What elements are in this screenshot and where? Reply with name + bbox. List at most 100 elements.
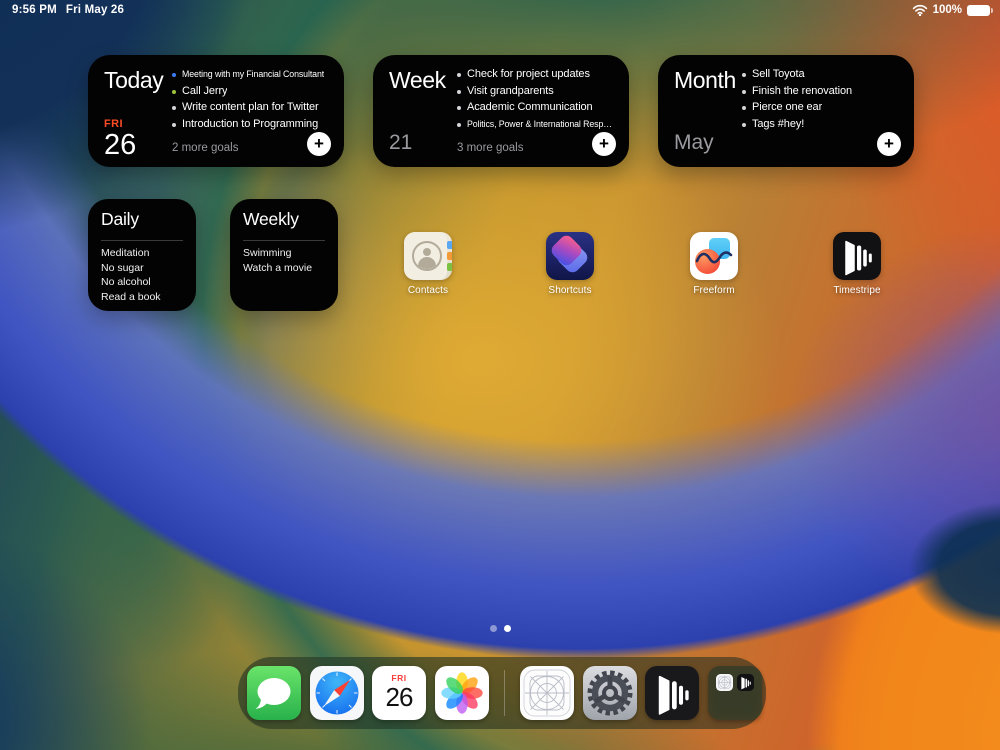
add-goal-button[interactable]: + [592, 132, 616, 156]
goal-item: Check for project updates [457, 68, 623, 82]
goal-text: Check for project updates [467, 68, 590, 80]
goal-text: Finish the renovation [752, 84, 853, 97]
page-dot-2-active[interactable] [503, 625, 511, 632]
widget-week-number: 21 [389, 131, 413, 154]
status-date: Fri May 26 [65, 4, 125, 16]
divider [243, 240, 325, 241]
status-time: 9:56 PM [12, 4, 57, 16]
goal-bullet [457, 89, 461, 94]
app-freeform[interactable]: Freeform [676, 232, 752, 296]
blueprint-grid-app-icon[interactable] [520, 666, 574, 720]
goal-text: Call Jerry [182, 84, 228, 97]
add-goal-button[interactable]: + [877, 132, 901, 156]
goal-bullet [742, 122, 746, 127]
blueprint-grid-icon [523, 669, 571, 717]
compass-icon [315, 671, 358, 715]
goal-text: Sell Toyota [752, 68, 805, 80]
goal-item: Tags #hey! [742, 118, 908, 132]
app-contacts[interactable]: Contacts [390, 232, 466, 296]
widget-today-more-goals: 2 more goals [172, 142, 239, 154]
goal-bullet [742, 106, 746, 110]
widget-month-name: May [674, 131, 714, 154]
timestripe-icon [833, 232, 881, 280]
divider [101, 240, 183, 241]
app-label: Freeform [693, 285, 735, 296]
widget-weekly[interactable]: Weekly Swimming Watch a movie [230, 199, 338, 311]
mini-timestripe-icon [736, 674, 754, 691]
contacts-icon [404, 232, 452, 280]
habit-item: Meditation [101, 247, 150, 259]
app-timestripe[interactable]: Timestripe [819, 232, 895, 296]
goal-bullet [172, 89, 176, 94]
widget-today-goal-list: Meeting with my Financial Consultant Cal… [172, 68, 338, 134]
goal-item: Visit grandparents [457, 85, 623, 99]
goal-text: Introduction to Programming [182, 117, 319, 130]
contacts-card [404, 232, 447, 280]
widget-week-goal-list: Check for project updates Visit grandpar… [457, 68, 623, 134]
goal-bullet [172, 106, 176, 110]
person-silhouette-icon [412, 241, 442, 271]
photos-app-icon[interactable] [434, 666, 489, 720]
goal-bullet [457, 106, 461, 110]
widget-today-title: Today [104, 67, 164, 93]
app-label: Timestripe [833, 285, 881, 296]
wifi-icon [912, 4, 928, 16]
goal-text: Politics, Power & International Resp… [467, 118, 612, 129]
habit-item: No sugar [101, 261, 144, 274]
goal-text: Academic Communication [467, 101, 593, 113]
battery-percent-label: 100% [932, 4, 962, 16]
widget-today[interactable]: Today Meeting with my Financial Consulta… [88, 55, 344, 167]
timestripe-glyph [658, 675, 689, 715]
safari-app-icon[interactable] [309, 666, 364, 720]
widget-month-goal-list: Sell Toyota Finish the renovation Pierce… [742, 68, 908, 134]
freeform-icon [690, 232, 738, 280]
widget-week[interactable]: Week Check for project updates Visit gra… [373, 55, 629, 167]
page-dot-1[interactable] [489, 625, 497, 632]
goal-text: Meeting with my Financial Consultant [182, 69, 325, 79]
goal-item: Finish the renovation [742, 85, 908, 99]
goal-item: Write content plan for Twitter [172, 101, 338, 115]
status-bar: 9:56 PM Fri May 26 100% [0, 0, 1000, 22]
dock-folder[interactable] [707, 666, 762, 720]
timestripe-dock-icon[interactable] [645, 666, 699, 720]
widget-month[interactable]: Month Sell Toyota Finish the renovation … [658, 55, 914, 167]
goal-bullet [457, 122, 461, 127]
widget-daily-habit-list: Meditation No sugar No alcohol Read a bo… [101, 246, 188, 304]
page-indicator [0, 625, 1000, 632]
habit-item: Swimming [243, 247, 292, 259]
status-indicators: 100% [912, 4, 993, 16]
app-shortcuts[interactable]: Shortcuts [532, 232, 608, 296]
goal-bullet [742, 89, 746, 94]
settings-app-icon[interactable] [582, 666, 637, 720]
widget-daily[interactable]: Daily Meditation No sugar No alcohol Rea… [88, 199, 196, 311]
calendar-day-number: 26 [385, 682, 414, 712]
dock: FRI 26 [238, 657, 766, 729]
goal-item: Sell Toyota [742, 68, 908, 82]
contacts-tab-orange [447, 252, 452, 260]
app-label: Contacts [407, 285, 449, 296]
timestripe-glyph [845, 240, 872, 276]
goal-text: Tags #hey! [752, 117, 805, 130]
goal-item: Call Jerry [172, 85, 338, 99]
calendar-app-icon[interactable]: FRI 26 [372, 666, 426, 720]
messages-app-icon[interactable] [247, 666, 301, 720]
mini-blueprint-grid-icon [715, 674, 733, 691]
widget-month-title: Month [674, 67, 736, 93]
widget-week-more-goals: 3 more goals [457, 142, 524, 154]
goal-item: Meeting with my Financial Consultant [172, 68, 338, 82]
habit-item: No alcohol [101, 276, 151, 289]
contacts-tab-blue [447, 241, 452, 249]
widget-weekly-habit-list: Swimming Watch a movie [243, 246, 330, 275]
goal-bullet [172, 122, 176, 127]
goal-bullet [457, 73, 461, 77]
add-goal-button[interactable]: + [307, 132, 331, 156]
speech-bubble-icon [255, 678, 291, 709]
widget-today-date: FRI 26 [104, 119, 136, 160]
habit-item: Watch a movie [243, 261, 313, 274]
widget-daily-title: Daily [101, 209, 139, 229]
goal-item: Academic Communication [457, 101, 623, 115]
contacts-tab-green [447, 263, 452, 271]
habit-item: Read a book [101, 290, 161, 303]
dock-divider [503, 670, 505, 716]
battery-icon [967, 4, 993, 16]
